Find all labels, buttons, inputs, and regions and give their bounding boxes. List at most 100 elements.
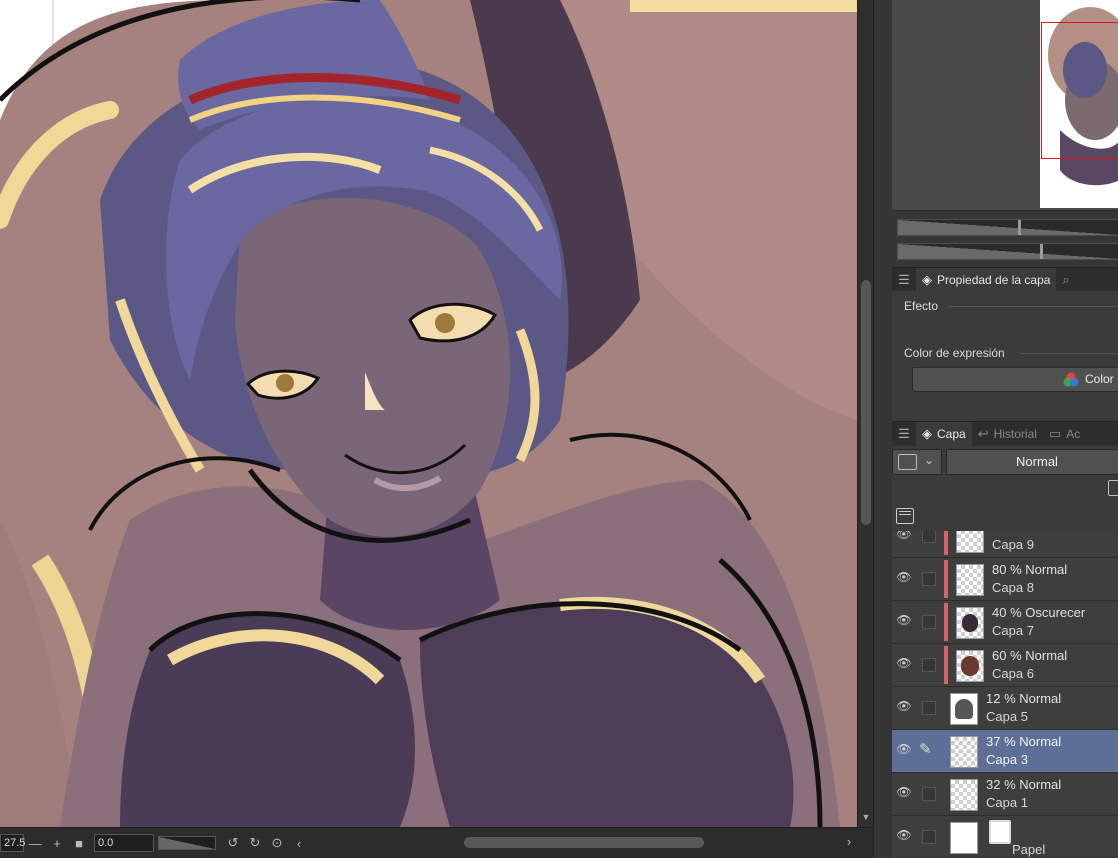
layer-row[interactable]: 👁 ✎ 37 % Normal Capa 3 — [892, 730, 1118, 773]
expression-color-button[interactable]: Color — [912, 367, 1118, 392]
layer-thumbnail — [956, 607, 984, 639]
layer-name-label: Capa 8 — [992, 580, 1034, 595]
visibility-eye-icon[interactable]: 👁 — [895, 699, 913, 713]
divider — [1020, 353, 1118, 354]
layer-property-icon: ◈ — [922, 272, 932, 287]
visibility-eye-icon[interactable]: 👁 — [895, 531, 913, 541]
layer-name-label: Capa 7 — [992, 623, 1034, 638]
chevron-down-icon: ⌄ — [924, 453, 935, 467]
layer-mode-label: 12 % Normal — [986, 691, 1062, 706]
layer-thumbnail — [956, 564, 984, 596]
scroll-down-arrow-icon[interactable]: ▼ — [858, 812, 874, 822]
visibility-eye-icon[interactable]: 👁 — [895, 828, 913, 842]
tab-actions[interactable]: ▭ Ac — [1043, 422, 1086, 446]
property-tabbar: ☰ ◈ Propiedad de la capa ⌕ — [892, 267, 1118, 293]
zoom-input[interactable]: 27.5 — [0, 834, 25, 852]
panel-menu-icon[interactable]: ☰ — [892, 426, 916, 442]
rotate-slider[interactable] — [897, 243, 1118, 260]
zoom-in-button[interactable]: + — [46, 836, 68, 851]
divider — [948, 306, 1118, 307]
layer-mode-label: 37 % Normal — [986, 734, 1062, 749]
visibility-eye-icon[interactable]: 👁 — [895, 656, 913, 670]
fit-view-square-icon[interactable]: ■ — [68, 836, 90, 851]
navigator-panel[interactable] — [892, 0, 1118, 210]
tab-layer-property[interactable]: ◈ Propiedad de la capa — [916, 268, 1057, 292]
layer-thumbnail — [950, 822, 978, 854]
visibility-eye-icon[interactable]: 👁 — [895, 785, 913, 799]
layer-property-panel: Efecto Color de expresión Color — [892, 291, 1118, 419]
layer-mode-label: 60 % Normal — [992, 648, 1068, 663]
canvas-status-bar: 27.5 — + ■ 0.0 ↺ ↻ ⊙ ‹ › — [0, 827, 873, 858]
layer-stack-icon: ◈ — [922, 426, 932, 441]
expression-color-label: Color de expresión — [904, 346, 1005, 360]
layer-row[interactable]: 👁 32 % Normal Capa 1 — [892, 773, 1118, 816]
layer-name-label: Capa 9 — [992, 537, 1034, 552]
scroll-right-button[interactable]: › — [838, 834, 860, 849]
artwork — [0, 0, 857, 827]
horizontal-scroll-thumb[interactable] — [464, 837, 704, 848]
layer-tabbar: ☰ ◈ Capa ↩ Historial ▭ Ac — [892, 421, 1118, 447]
zoom-out-button[interactable]: — — [24, 836, 46, 851]
layer-mode-label: 80 % Normal — [992, 562, 1068, 577]
layer-row[interactable]: 👁 80 % Normal Capa 8 — [892, 558, 1118, 601]
copy-layer-icon[interactable] — [1108, 480, 1118, 496]
layer-lock-checkbox[interactable] — [922, 701, 936, 715]
layer-toolbar: ⌄ Normal — [892, 446, 1118, 530]
visibility-eye-icon[interactable]: 👁 — [895, 570, 913, 584]
vertical-scroll-thumb[interactable] — [861, 280, 871, 525]
layer-lock-checkbox[interactable] — [922, 531, 936, 543]
rotation-angle-input[interactable]: 0.0 — [94, 834, 154, 852]
actions-icon: ▭ — [1048, 426, 1062, 441]
layer-name-label: Papel — [1012, 842, 1046, 857]
visibility-eye-icon[interactable]: 👁 — [895, 742, 913, 756]
search-layer-icon: ⌕ — [1062, 272, 1070, 287]
layer-thumbnail — [950, 736, 978, 768]
layer-row[interactable]: 👁 Papel — [892, 816, 1118, 857]
layer-color-dropdown[interactable]: ⌄ — [892, 449, 942, 475]
effect-label: Efecto — [904, 299, 939, 313]
layer-settings-icon[interactable] — [896, 508, 914, 524]
rotate-left-icon[interactable]: ↺ — [222, 835, 244, 851]
layer-name-label: Capa 6 — [992, 666, 1034, 681]
drawing-canvas[interactable] — [0, 0, 857, 827]
layer-color-mark — [944, 531, 948, 555]
layer-lock-checkbox[interactable] — [922, 658, 936, 672]
color-circles-icon — [1063, 372, 1079, 388]
layer-name-label: Capa 5 — [986, 709, 1028, 724]
tab-history[interactable]: ↩ Historial — [972, 422, 1043, 446]
reset-rotation-icon[interactable]: ⊙ — [266, 835, 288, 851]
layer-lock-checkbox[interactable] — [922, 787, 936, 801]
layer-thumbnail — [950, 779, 978, 811]
tab-layer[interactable]: ◈ Capa — [916, 422, 972, 446]
layer-color-swatch — [898, 454, 917, 470]
rotation-slider[interactable] — [158, 836, 216, 850]
layer-mode-label: 55 % Normal — [992, 531, 1067, 534]
panel-splitter[interactable] — [873, 0, 893, 857]
zoom-slider[interactable] — [897, 219, 1118, 236]
navigator-view-frame[interactable] — [1041, 22, 1118, 159]
layer-lock-checkbox[interactable] — [922, 615, 936, 629]
layer-list[interactable]: 👁 55 % Normal Capa 9 👁 80 % Normal Capa 8 👁 40 … — [892, 531, 1118, 857]
layer-thumbnail — [950, 693, 978, 725]
panel-menu-icon[interactable]: ☰ — [892, 272, 916, 288]
layer-thumbnail — [956, 650, 984, 682]
layer-thumbnail — [956, 531, 984, 553]
layer-row[interactable]: 👁 40 % Oscurecer Capa 7 — [892, 601, 1118, 644]
tab-search-layer[interactable]: ⌕ — [1056, 268, 1080, 292]
canvas-vertical-scrollbar[interactable]: ▼ — [857, 0, 874, 827]
navigator-sliders — [892, 210, 1118, 267]
scroll-left-button[interactable]: ‹ — [288, 836, 310, 851]
visibility-eye-icon[interactable]: 👁 — [895, 613, 913, 627]
editing-pen-icon: ✎ — [919, 741, 932, 758]
layer-row[interactable]: 👁 12 % Normal Capa 5 — [892, 687, 1118, 730]
history-icon: ↩ — [977, 426, 989, 441]
rotate-right-icon[interactable]: ↻ — [244, 835, 266, 851]
blend-mode-dropdown[interactable]: Normal — [946, 449, 1118, 475]
layer-name-label: Capa 3 — [986, 752, 1028, 767]
layer-row[interactable]: 👁 55 % Normal Capa 9 — [892, 531, 1118, 558]
layer-row[interactable]: 👁 60 % Normal Capa 6 — [892, 644, 1118, 687]
layer-lock-checkbox[interactable] — [922, 572, 936, 586]
layer-color-mark — [944, 603, 948, 641]
layer-color-mark — [944, 560, 948, 598]
layer-lock-checkbox[interactable] — [922, 830, 936, 844]
